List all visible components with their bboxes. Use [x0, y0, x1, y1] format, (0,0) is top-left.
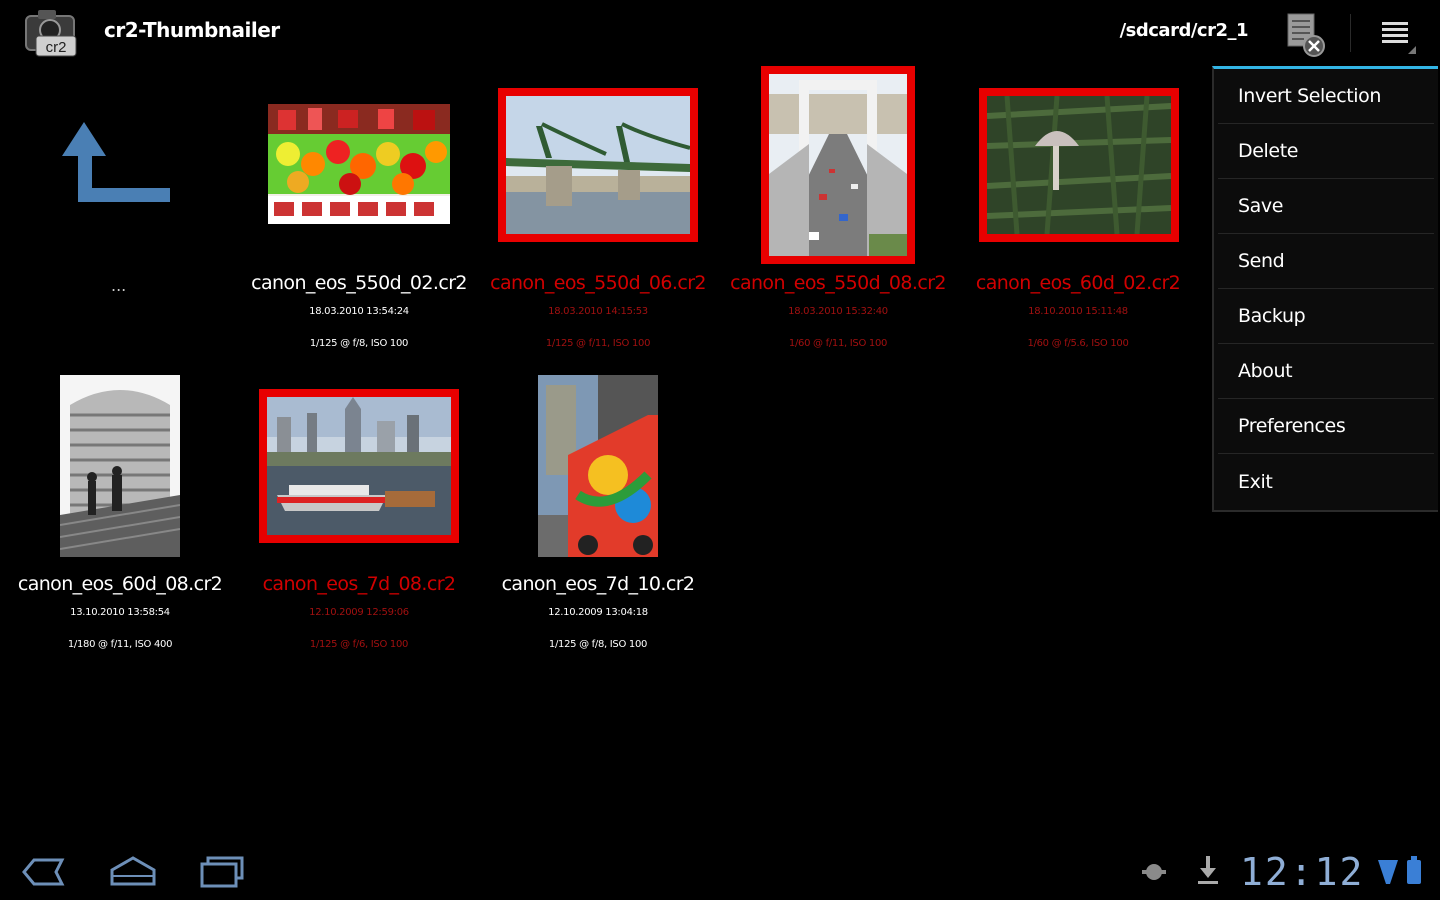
overflow-menu: Invert Selection Delete Save Send Backup… [1212, 66, 1438, 512]
download-icon [1196, 854, 1220, 890]
file-name[interactable]: canon_eos_550d_02.cr2 [251, 272, 467, 294]
menu-item-backup[interactable]: Backup [1218, 289, 1434, 344]
svg-text:cr2: cr2 [46, 39, 67, 56]
file-name[interactable]: canon_eos_7d_10.cr2 [502, 573, 695, 595]
current-path: /sdcard/cr2_1 [1119, 20, 1249, 41]
file-date: 18.03.2010 14:15:53 [548, 306, 648, 317]
file-exposure: 1/125 @ f/11, ISO 100 [545, 338, 651, 349]
menu-item-delete[interactable]: Delete [1218, 124, 1434, 179]
file-exposure: 1/60 @ f/5.6, ISO 100 [1027, 338, 1129, 349]
app-title: cr2-Thumbnailer [104, 18, 280, 42]
menu-item-preferences[interactable]: Preferences [1218, 399, 1434, 454]
overflow-menu-icon[interactable] [1372, 16, 1418, 56]
home-icon[interactable] [108, 854, 158, 894]
menu-item-send[interactable]: Send [1218, 234, 1434, 289]
thumbnail-mushroom[interactable] [979, 88, 1179, 242]
thumbnail-city-hall[interactable] [60, 375, 180, 557]
action-bar-divider [1350, 14, 1351, 52]
action-bar: cr2 cr2-Thumbnailer /sdcard/cr2_1 [0, 0, 1440, 66]
menu-item-save[interactable]: Save [1218, 179, 1434, 234]
file-date: 12.10.2009 12:59:06 [309, 607, 409, 618]
file-date: 13.10.2010 13:58:54 [70, 607, 170, 618]
usb-debug-icon [1140, 858, 1168, 890]
camera-icon[interactable]: cr2 [22, 6, 80, 58]
thumbnail-market[interactable] [268, 104, 450, 224]
file-date: 12.10.2009 13:04:18 [548, 607, 648, 618]
battery-icon [1406, 856, 1422, 890]
file-exposure: 1/180 @ f/11, ISO 400 [67, 639, 173, 650]
up-directory-icon[interactable] [58, 118, 174, 208]
file-exposure: 1/60 @ f/11, ISO 100 [788, 338, 888, 349]
system-bar: 12:12 [0, 844, 1440, 900]
file-date: 18.03.2010 13:54:24 [309, 306, 409, 317]
file-exposure: 1/125 @ f/6, ISO 100 [309, 639, 409, 650]
back-icon[interactable] [20, 854, 66, 894]
thumbnail-painted-van[interactable] [538, 375, 658, 557]
menu-item-exit[interactable]: Exit [1218, 454, 1434, 509]
menu-item-invert-selection[interactable]: Invert Selection [1218, 69, 1434, 124]
file-name[interactable]: canon_eos_7d_08.cr2 [263, 573, 456, 595]
recent-apps-icon[interactable] [198, 854, 246, 894]
file-date: 18.10.2010 15:11:48 [1028, 306, 1128, 317]
clear-selection-icon[interactable] [1286, 12, 1326, 58]
thumbnail-thames-boat[interactable] [259, 389, 459, 543]
file-exposure: 1/125 @ f/8, ISO 100 [309, 338, 409, 349]
file-name[interactable]: canon_eos_550d_06.cr2 [490, 272, 706, 294]
file-name[interactable]: canon_eos_60d_02.cr2 [976, 272, 1181, 294]
menu-item-about[interactable]: About [1218, 344, 1434, 399]
file-date: 18.03.2010 15:32:40 [788, 306, 888, 317]
clock: 12:12 [1240, 850, 1365, 894]
file-exposure: 1/125 @ f/8, ISO 100 [548, 639, 648, 650]
wifi-icon [1378, 858, 1398, 890]
thumbnail-white-bridge[interactable] [761, 66, 915, 264]
file-name[interactable]: canon_eos_550d_08.cr2 [730, 272, 946, 294]
parent-directory-label[interactable]: ... [111, 276, 126, 295]
thumbnail-green-bridge[interactable] [498, 88, 698, 242]
file-name[interactable]: canon_eos_60d_08.cr2 [18, 573, 223, 595]
